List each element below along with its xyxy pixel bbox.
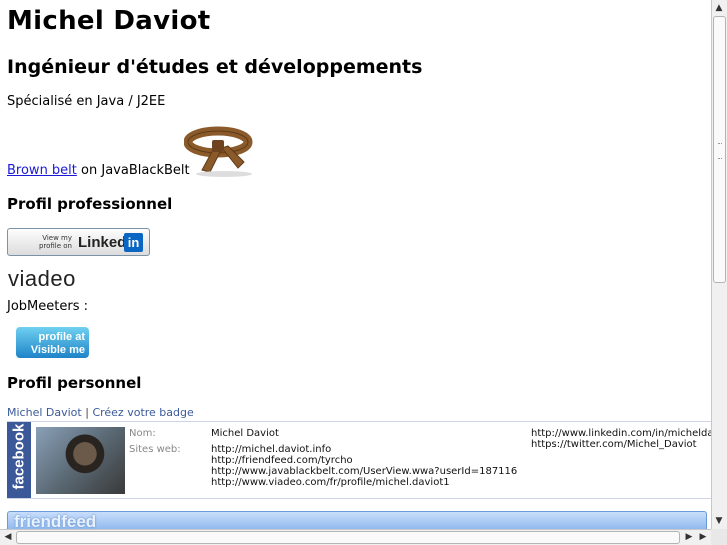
facebook-badge-links: Michel Daviot | Créez votre badge xyxy=(7,406,194,419)
jobmeeters-label: JobMeeters : xyxy=(7,299,88,314)
sites-label: Sites web: xyxy=(129,444,181,455)
site-link[interactable]: http://www.linkedin.com/in/micheldaviot xyxy=(531,428,711,439)
linkedin-profile-button[interactable]: View my profile on Linked in xyxy=(7,228,150,256)
badge-name-link[interactable]: Michel Daviot xyxy=(7,406,82,419)
viadeo-logo[interactable]: viadeo xyxy=(8,266,76,292)
belt-suffix: on JavaBlackBelt xyxy=(76,163,190,178)
facebook-side-bar: facebook xyxy=(7,422,31,498)
scroll-right-icon[interactable]: ▶ xyxy=(682,530,696,544)
horizontal-scrollbar[interactable]: ◀ ▶ ▶ xyxy=(0,529,711,545)
linkedin-small-text: View my profile on xyxy=(38,234,72,250)
brown-belt-icon xyxy=(184,126,253,177)
friendfeed-logo: friendfeed xyxy=(14,512,97,529)
page-title: Michel Daviot xyxy=(7,6,211,36)
visibleme-badge[interactable]: profile at Visible me xyxy=(16,327,89,358)
job-title: Ingénieur d'études et développements xyxy=(7,56,423,78)
facebook-badge[interactable]: facebook Nom: Michel Daviot Sites web: h… xyxy=(7,421,711,499)
create-badge-link[interactable]: Créez votre badge xyxy=(92,406,193,419)
section-professional: Profil professionnel xyxy=(7,195,173,213)
scroll-left-icon[interactable]: ◀ xyxy=(1,530,15,544)
facebook-logo: facebook xyxy=(10,423,28,490)
site-link[interactable]: https://twitter.com/Michel_Daviot xyxy=(531,439,697,450)
scrollbar-corner xyxy=(711,529,727,545)
site-link[interactable]: http://michel.daviot.info xyxy=(211,444,331,455)
specialty-text: Spécialisé en Java / J2EE xyxy=(7,94,166,109)
horizontal-scroll-thumb[interactable] xyxy=(16,531,680,544)
friendfeed-widget[interactable]: friendfeed xyxy=(7,511,707,529)
section-personal: Profil personnel xyxy=(7,374,142,392)
vertical-scrollbar[interactable]: ▲ ▼ xyxy=(711,0,727,529)
linkedin-word: Linked xyxy=(78,234,127,251)
badge-separator: | xyxy=(85,406,89,419)
visibleme-line2: Visible me xyxy=(30,344,85,356)
vertical-scroll-thumb[interactable] xyxy=(713,16,726,283)
site-link[interactable]: http://www.viadeo.com/fr/profile/michel.… xyxy=(211,477,450,488)
grip-icon xyxy=(718,143,722,159)
scroll-down-icon[interactable]: ▼ xyxy=(712,514,726,528)
name-label: Nom: xyxy=(129,428,156,439)
visibleme-line1: profile at xyxy=(38,331,85,343)
scroll-right-icon[interactable]: ▶ xyxy=(696,530,710,544)
name-value: Michel Daviot xyxy=(211,428,279,439)
site-link[interactable]: http://www.javablackbelt.com/UserView.ww… xyxy=(211,466,517,477)
page-content: Michel Daviot Ingénieur d'études et déve… xyxy=(0,0,711,529)
site-link[interactable]: http://friendfeed.com/tyrcho xyxy=(211,455,353,466)
scroll-up-icon[interactable]: ▲ xyxy=(712,1,726,15)
linkedin-in-icon: in xyxy=(124,233,143,252)
avatar xyxy=(36,427,125,494)
belt-line: Brown belt on JavaBlackBelt xyxy=(7,163,190,178)
brown-belt-link[interactable]: Brown belt xyxy=(7,163,77,178)
